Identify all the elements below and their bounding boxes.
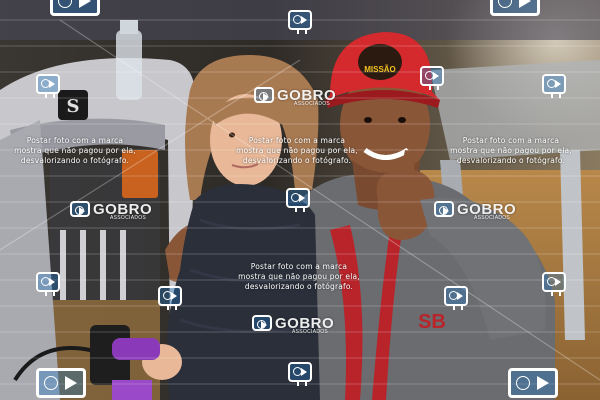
watermark-notice: Postar foto com a marca mostra que não p…	[238, 262, 360, 291]
watermark-camera-icon	[286, 188, 310, 212]
watermark-notice: Postar foto com a marca mostra que não p…	[450, 136, 572, 165]
watermark-camera-icon	[36, 74, 60, 98]
watermark-camera-icon	[508, 368, 558, 398]
watermark-notice: Postar foto com a marca mostra que não p…	[236, 136, 358, 165]
watermark-camera-icon	[542, 74, 566, 98]
photo-stage: S SB MISSÃO GOBRO ASSOCIADOS GOBRO ASSOC…	[0, 0, 600, 400]
watermark-camera-icon	[420, 66, 444, 90]
watermark-camera-icon	[50, 0, 100, 16]
watermark-brand-icon	[434, 201, 454, 217]
watermark-notice: Postar foto com a marca mostra que não p…	[14, 136, 136, 165]
watermark-brand: GOBRO ASSOCIADOS	[70, 198, 152, 221]
watermark-camera-icon	[490, 0, 540, 16]
chair-logo: S	[58, 90, 88, 120]
bike-grip	[112, 338, 160, 360]
watermark-brand-icon	[252, 315, 272, 331]
watermark-brand: GOBRO ASSOCIADOS	[434, 198, 516, 221]
watermark-camera-icon	[542, 272, 566, 296]
watermark-brand: GOBRO ASSOCIADOS	[254, 84, 336, 107]
watermark-camera-icon	[288, 10, 312, 34]
watermark-camera-icon	[36, 272, 60, 296]
watermark-brand-sub: ASSOCIADOS	[474, 215, 511, 221]
watermark-brand-icon	[254, 87, 274, 103]
chair-logo-text: S	[67, 96, 80, 117]
watermark-camera-icon	[288, 362, 312, 386]
watermark-brand-sub: ASSOCIADOS	[110, 215, 147, 221]
watermark-brand-icon	[70, 201, 90, 217]
boy-hoodie-print: SB	[418, 311, 446, 333]
watermark-camera-icon	[444, 286, 468, 310]
watermark-camera-icon	[158, 286, 182, 310]
watermark-brand: GOBRO ASSOCIADOS	[252, 312, 334, 335]
cap-logo: MISSÃO	[358, 44, 402, 80]
watermark-brand-sub: ASSOCIADOS	[292, 329, 329, 335]
cap-logo-text: MISSÃO	[364, 65, 396, 74]
watermark-camera-icon	[36, 368, 86, 398]
watermark-brand-sub: ASSOCIADOS	[294, 101, 331, 107]
